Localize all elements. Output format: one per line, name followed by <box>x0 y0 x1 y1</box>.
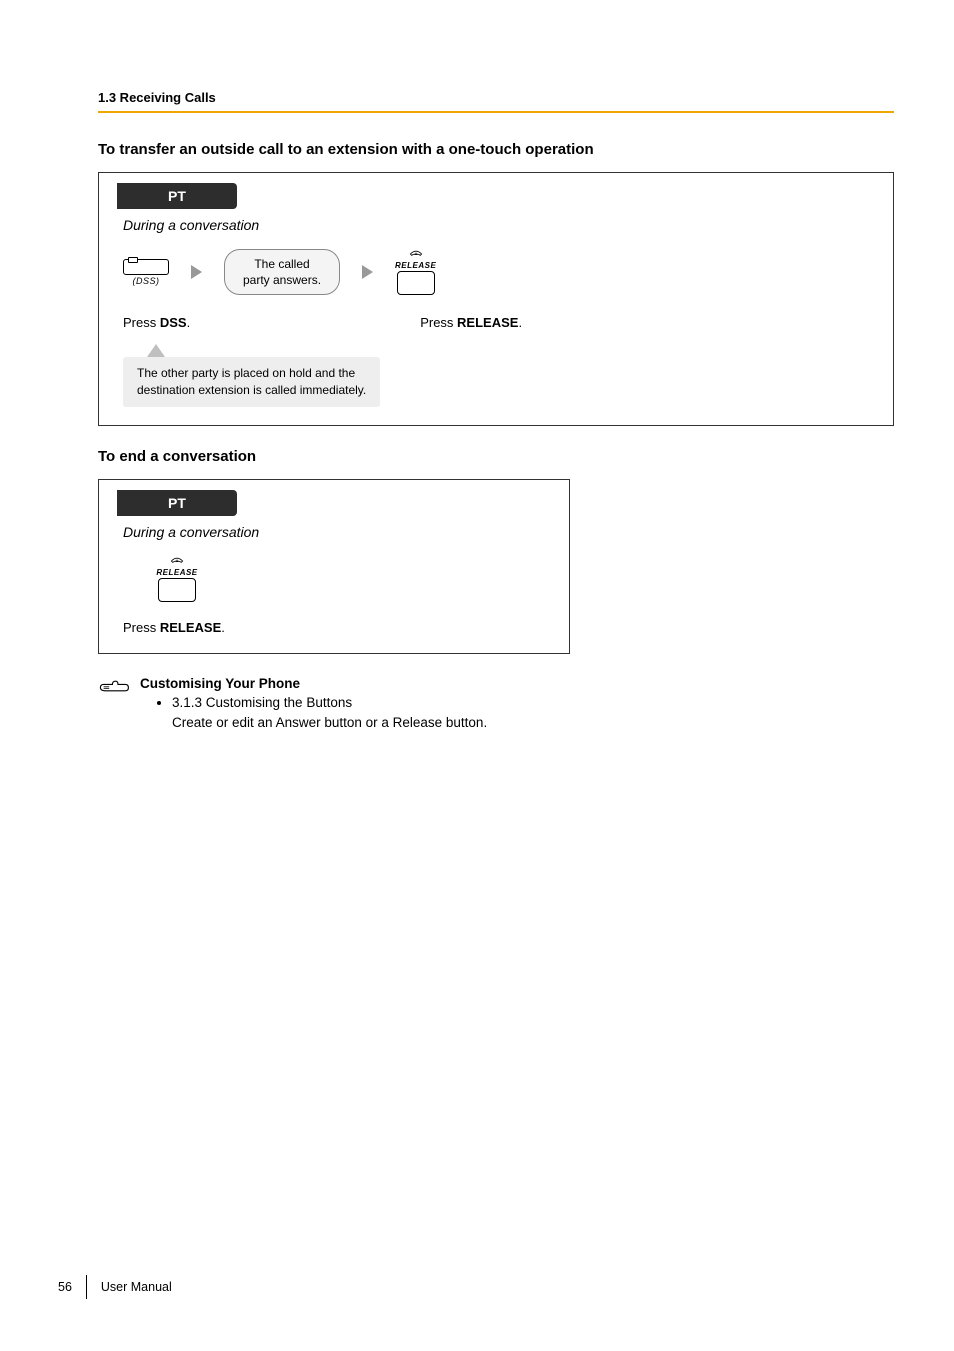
context-text: During a conversation <box>123 217 875 233</box>
customising-item: 3.1.3 Customising the Buttons <box>172 693 487 713</box>
press-dss-caption: Press DSS. <box>123 315 190 330</box>
flow-row: (DSS) The called party answers. RELEASE <box>123 249 875 295</box>
release-button-illustration: RELEASE <box>395 249 436 295</box>
arrow-icon <box>191 265 202 279</box>
dss-label: (DSS) <box>123 276 169 286</box>
pointing-hand-icon <box>98 678 130 697</box>
release-label: RELEASE <box>395 261 436 270</box>
panel-end: PT During a conversation RELEASE Press R… <box>98 479 570 654</box>
release-button-shape <box>397 271 435 295</box>
customising-title: Customising Your Phone <box>140 676 487 691</box>
footer-label: User Manual <box>101 1280 172 1294</box>
handset-icon <box>170 556 184 566</box>
customising-section: Customising Your Phone 3.1.3 Customising… <box>98 676 894 734</box>
called-party-box: The called party answers. <box>224 249 340 295</box>
customising-desc: Create or edit an Answer button or a Rel… <box>172 713 487 733</box>
page-number: 56 <box>58 1280 72 1294</box>
dss-button-illustration: (DSS) <box>123 259 169 286</box>
release-button-illustration: RELEASE <box>157 556 197 602</box>
divider <box>98 111 894 113</box>
press-release-caption: Press RELEASE. <box>420 315 522 330</box>
pt-tab: PT <box>117 490 237 516</box>
called-line2: party answers. <box>243 273 321 287</box>
heading-transfer: To transfer an outside call to an extens… <box>98 141 894 158</box>
press-release-caption: Press RELEASE. <box>123 620 551 635</box>
called-line1: The called <box>254 257 309 271</box>
caption-row: Press DSS. Press RELEASE. <box>123 315 875 330</box>
callout-box: The other party is placed on hold and th… <box>123 357 380 407</box>
panel-transfer: PT During a conversation (DSS) The calle… <box>98 172 894 426</box>
callout-pointer-icon <box>147 344 165 357</box>
context-text: During a conversation <box>123 524 551 540</box>
callout: The other party is placed on hold and th… <box>123 344 380 407</box>
arrow-icon <box>362 265 373 279</box>
section-header: 1.3 Receiving Calls <box>98 90 894 111</box>
heading-end: To end a conversation <box>98 448 894 465</box>
release-label: RELEASE <box>156 568 197 577</box>
release-button-shape <box>158 578 196 602</box>
footer: 56 User Manual <box>58 1275 172 1299</box>
footer-separator <box>86 1275 87 1299</box>
pt-tab: PT <box>117 183 237 209</box>
handset-icon <box>409 249 423 259</box>
